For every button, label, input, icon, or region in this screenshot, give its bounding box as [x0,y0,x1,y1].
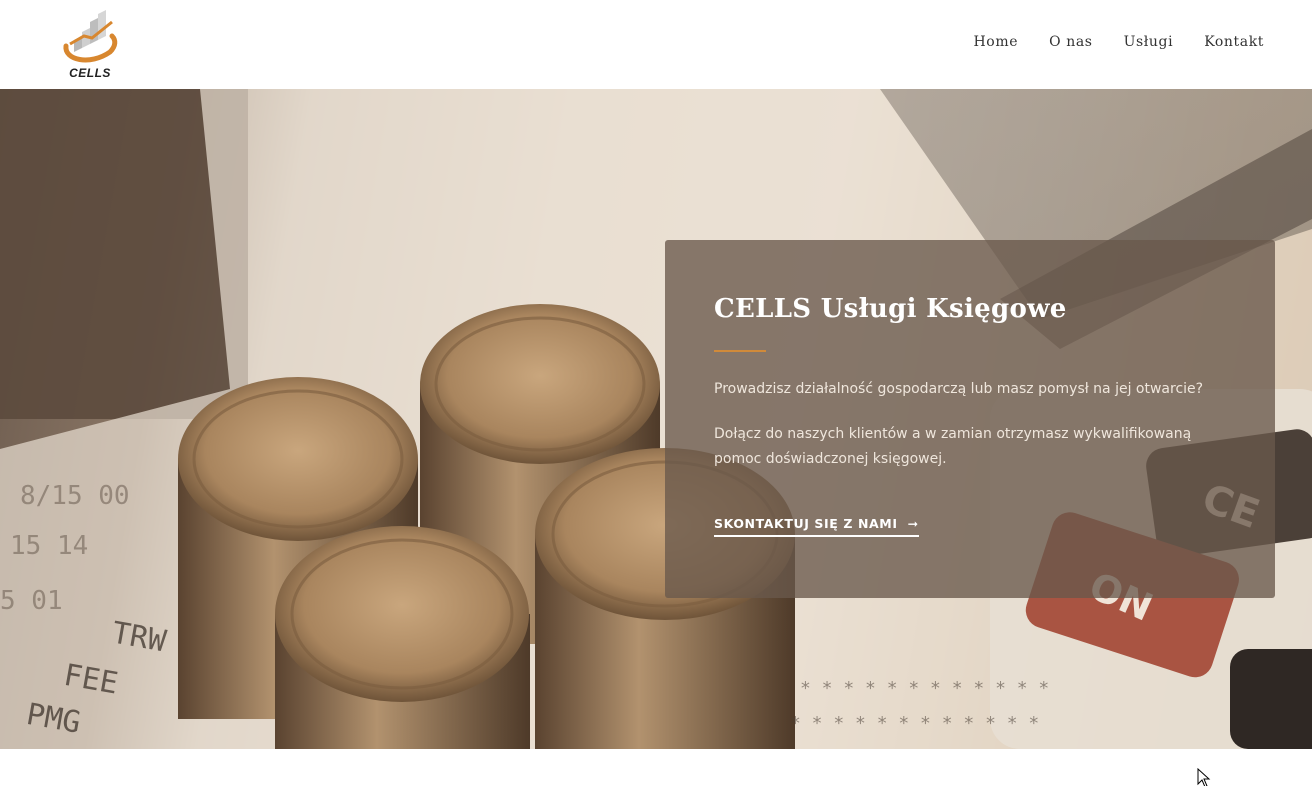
svg-text:* * * * * * * * * * * *: * * * * * * * * * * * * [790,713,1039,734]
title-divider [714,350,766,352]
hero-paragraph-2: Dołącz do naszych klientów a w zamian ot… [714,426,1192,467]
svg-text:15 14: 15 14 [10,531,88,561]
paper-text-1: 8/15 00 [20,481,130,511]
nav-home[interactable]: Home [974,34,1019,50]
nav-o-nas[interactable]: O nas [1049,34,1092,50]
site-header: CELLS Home O nas Usługi Kontakt [0,0,1312,89]
cells-logo[interactable]: CELLS [60,6,120,84]
hero-title: CELLS Usługi Księgowe [714,294,1067,324]
logo-text: CELLS [69,66,111,80]
contact-us-label: SKONTAKTUJ SIĘ Z NAMI [714,516,898,531]
arrow-right-icon: ➞ [907,516,919,531]
logo-chart-icon [63,10,118,63]
nav-uslugi[interactable]: Usługi [1124,34,1174,50]
nav-kontakt[interactable]: Kontakt [1204,34,1264,50]
hero-paragraph-1: Prowadzisz działalność gospodarczą lub m… [714,381,1204,397]
hero-info-card: CELLS Usługi Księgowe Prowadzisz działal… [665,240,1275,598]
main-nav: Home O nas Usługi Kontakt [974,34,1265,50]
contact-us-button[interactable]: SKONTAKTUJ SIĘ Z NAMI ➞ [714,516,919,537]
svg-text:5 01: 5 01 [0,586,63,616]
svg-text:* * * * * * * * * * * *: * * * * * * * * * * * * [800,678,1049,699]
hero-section: 8/15 00 15 14 5 01 TRW FEE PMG CE ON [0,89,1312,749]
mouse-cursor-icon [1197,768,1211,786]
